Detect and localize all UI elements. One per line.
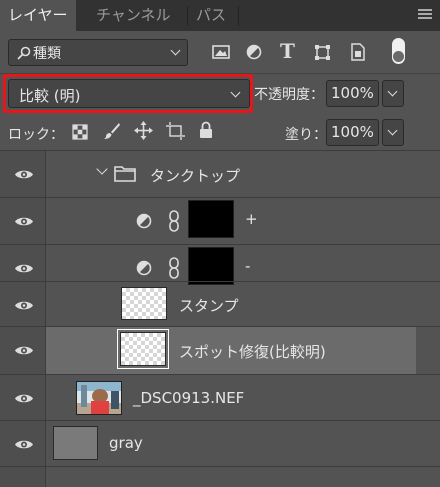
layer-name: タンクトップ bbox=[150, 167, 241, 185]
lock-all-icon[interactable] bbox=[199, 121, 213, 139]
tab-divider bbox=[238, 6, 239, 26]
layer-name: スポット修復(比較明) bbox=[179, 343, 326, 361]
lock-position-icon[interactable] bbox=[134, 121, 153, 140]
layer-row-photo[interactable]: _DSC0913.NEF bbox=[0, 375, 440, 422]
layer-name: - bbox=[245, 257, 251, 275]
chevron-down-icon bbox=[387, 125, 398, 136]
filter-pixel-icon[interactable] bbox=[212, 44, 230, 60]
eye-icon[interactable] bbox=[14, 262, 34, 275]
filter-shape-icon[interactable] bbox=[314, 44, 331, 61]
adjustment-layer-icon bbox=[136, 260, 152, 276]
highlight-box bbox=[3, 74, 253, 113]
chevron-down-icon[interactable] bbox=[96, 163, 108, 175]
layer-row-group[interactable]: タンクトップ bbox=[0, 151, 440, 198]
eye-icon[interactable] bbox=[14, 168, 34, 181]
filter-smart-object-icon[interactable] bbox=[350, 43, 365, 61]
link-chain-icon[interactable] bbox=[168, 257, 180, 279]
eye-icon[interactable] bbox=[14, 438, 34, 451]
filter-kind-dropdown[interactable]: 種類 bbox=[8, 39, 188, 66]
fill-label: 塗り： bbox=[285, 127, 327, 143]
layer-name: gray bbox=[109, 434, 143, 452]
eye-icon[interactable] bbox=[14, 299, 34, 312]
link-chain-icon[interactable] bbox=[168, 210, 180, 232]
layer-thumbnail[interactable] bbox=[117, 329, 169, 369]
lock-transparent-pixels-icon[interactable] bbox=[72, 124, 88, 140]
layer-row-spot-repair-selected[interactable]: スポット修復(比較明) bbox=[46, 327, 416, 374]
lock-label: ロック： bbox=[8, 127, 64, 143]
opacity-label: 不透明度： bbox=[254, 87, 324, 103]
filter-toggle-switch[interactable] bbox=[392, 38, 405, 64]
chevron-down-icon bbox=[387, 86, 398, 97]
filter-type-icon[interactable]: T bbox=[280, 39, 295, 63]
search-icon bbox=[17, 46, 31, 60]
folder-icon bbox=[114, 166, 136, 182]
opacity-input[interactable]: 100% bbox=[326, 80, 379, 107]
eye-icon[interactable] bbox=[14, 392, 34, 405]
tab-paths[interactable]: パス bbox=[188, 0, 234, 31]
divider bbox=[0, 466, 440, 467]
layer-thumbnail[interactable] bbox=[121, 287, 167, 320]
filter-kind-label: 種類 bbox=[33, 46, 61, 62]
layer-name: スタンプ bbox=[179, 297, 239, 315]
tab-channels[interactable]: チャンネル bbox=[88, 0, 179, 31]
eye-icon[interactable] bbox=[14, 215, 34, 228]
layer-mask-thumbnail[interactable] bbox=[188, 247, 234, 285]
opacity-value: 100% bbox=[331, 84, 374, 102]
fill-value: 100% bbox=[331, 123, 374, 141]
layer-row-gray[interactable]: gray bbox=[0, 421, 440, 468]
photo-thumbnail[interactable] bbox=[76, 381, 122, 415]
adjustment-layer-icon bbox=[136, 213, 152, 229]
lock-image-pixels-icon[interactable] bbox=[103, 122, 121, 140]
opacity-dropdown-button[interactable] bbox=[382, 80, 404, 107]
tab-layers[interactable]: レイヤー bbox=[0, 0, 76, 31]
fill-dropdown-button[interactable] bbox=[382, 119, 404, 146]
panel-tab-bar: レイヤー チャンネル パス bbox=[0, 0, 440, 31]
panel-menu-icon[interactable] bbox=[418, 9, 432, 21]
layer-mask-thumbnail[interactable] bbox=[188, 200, 234, 238]
layer-row-adjustment-plus[interactable]: + bbox=[0, 198, 440, 245]
layer-row-stamp[interactable]: スタンプ bbox=[0, 282, 440, 329]
fill-input[interactable]: 100% bbox=[326, 119, 379, 146]
layer-thumbnail[interactable] bbox=[53, 426, 98, 460]
filter-adjustment-icon[interactable] bbox=[246, 44, 262, 60]
layer-name: _DSC0913.NEF bbox=[133, 389, 245, 407]
chevron-down-icon bbox=[170, 45, 181, 56]
layer-name: + bbox=[245, 210, 258, 228]
lock-artboard-icon[interactable] bbox=[166, 122, 185, 140]
eye-icon[interactable] bbox=[14, 344, 34, 357]
